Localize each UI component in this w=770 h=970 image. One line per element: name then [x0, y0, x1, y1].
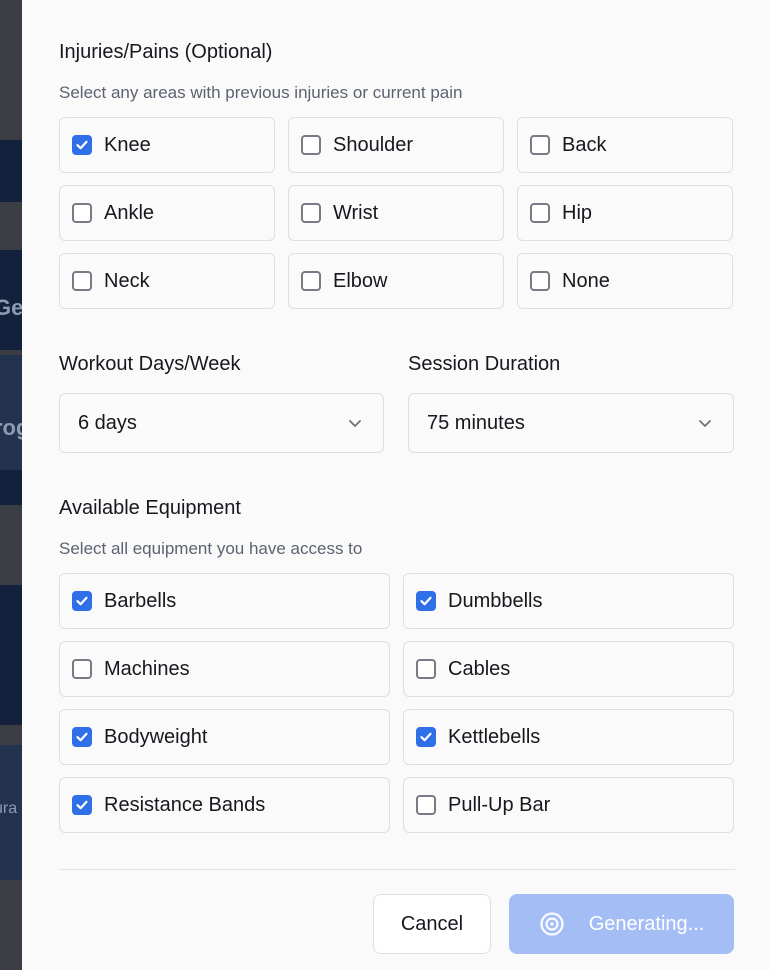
injuries-title: Injuries/Pains (Optional) [59, 41, 273, 63]
checkbox-label: None [562, 269, 610, 292]
checkmark-icon [76, 140, 88, 150]
checkbox-option-pull-up-bar[interactable]: Pull-Up Bar [403, 777, 734, 833]
checkbox-label: Machines [104, 657, 190, 680]
equipment-title: Available Equipment [59, 497, 241, 519]
checkbox[interactable] [301, 135, 321, 155]
checkbox-label: Bodyweight [104, 725, 208, 748]
checkbox[interactable] [416, 795, 436, 815]
background-strip [0, 355, 22, 470]
checkbox-label: Pull-Up Bar [448, 793, 551, 816]
checkbox-label: Kettlebells [448, 725, 541, 748]
checkbox[interactable] [72, 659, 92, 679]
background-page: Ge rog ura [0, 0, 29, 970]
checkbox-option-none[interactable]: None [517, 253, 733, 309]
checkbox-label: Barbells [104, 589, 177, 612]
checkbox-label: Resistance Bands [104, 793, 266, 816]
checkbox-option-back[interactable]: Back [517, 117, 733, 173]
workout-days-label: Workout Days/Week [59, 353, 241, 375]
background-text: Ge [0, 295, 24, 320]
session-duration-select[interactable]: 75 minutes [408, 393, 734, 453]
checkbox-option-neck[interactable]: Neck [59, 253, 275, 309]
checkbox[interactable] [72, 795, 92, 815]
checkbox[interactable] [72, 591, 92, 611]
checkbox[interactable] [530, 271, 550, 291]
workout-days-select[interactable]: 6 days [59, 393, 384, 453]
checkbox[interactable] [301, 271, 321, 291]
checkbox[interactable] [72, 727, 92, 747]
checkbox-option-cables[interactable]: Cables [403, 641, 734, 697]
workout-days-value: 6 days [78, 411, 137, 434]
chevron-down-icon [699, 420, 711, 427]
checkbox[interactable] [416, 659, 436, 679]
chevron-down-icon [349, 420, 361, 427]
checkbox-label: Back [562, 133, 607, 156]
checkbox[interactable] [416, 591, 436, 611]
checkmark-icon [76, 800, 88, 810]
background-strip [0, 140, 22, 202]
session-duration-value: 75 minutes [427, 411, 525, 434]
checkmark-icon [420, 596, 432, 606]
footer-divider [59, 869, 735, 870]
checkmark-icon [76, 732, 88, 742]
checkbox-option-knee[interactable]: Knee [59, 117, 275, 173]
checkbox-label: Ankle [104, 201, 155, 224]
session-duration-label: Session Duration [408, 353, 561, 375]
checkbox[interactable] [530, 135, 550, 155]
checkbox-option-elbow[interactable]: Elbow [288, 253, 504, 309]
cancel-button[interactable]: Cancel [373, 894, 491, 954]
checkbox-option-shoulder[interactable]: Shoulder [288, 117, 504, 173]
equipment-subtitle: Select all equipment you have access to [59, 539, 363, 558]
checkbox-option-wrist[interactable]: Wrist [288, 185, 504, 241]
checkbox-option-kettlebells[interactable]: Kettlebells [403, 709, 734, 765]
checkbox[interactable] [72, 135, 92, 155]
checkbox-label: Wrist [333, 201, 379, 224]
checkbox-label: Elbow [333, 269, 388, 292]
checkbox[interactable] [530, 203, 550, 223]
checkbox-label: Cables [448, 657, 511, 680]
checkbox-label: Neck [104, 269, 150, 292]
checkbox[interactable] [72, 203, 92, 223]
checkbox-label: Knee [104, 133, 151, 156]
checkmark-icon [76, 596, 88, 606]
checkbox-option-ankle[interactable]: Ankle [59, 185, 275, 241]
checkbox-label: Shoulder [333, 133, 414, 156]
checkbox-option-barbells[interactable]: Barbells [59, 573, 390, 629]
generate-button[interactable]: Generating... [509, 894, 734, 954]
checkbox-label: Hip [562, 201, 593, 224]
checkbox-option-dumbbells[interactable]: Dumbbells [403, 573, 734, 629]
background-strip [0, 585, 22, 665]
background-strip [0, 665, 22, 725]
checkbox[interactable] [301, 203, 321, 223]
generate-button-label: Generating... [588, 912, 705, 935]
checkbox[interactable] [72, 271, 92, 291]
background-text: ura [0, 800, 18, 817]
checkbox[interactable] [416, 727, 436, 747]
checkbox-option-machines[interactable]: Machines [59, 641, 390, 697]
checkbox-label: Dumbbells [448, 589, 543, 612]
checkbox-option-bodyweight[interactable]: Bodyweight [59, 709, 390, 765]
checkbox-option-resistance-bands[interactable]: Resistance Bands [59, 777, 390, 833]
loading-spinner-icon [540, 912, 564, 936]
background-strip [0, 470, 22, 505]
checkbox-option-hip[interactable]: Hip [517, 185, 733, 241]
workout-generator-modal: Injuries/Pains (Optional) Select any are… [22, 0, 770, 970]
injuries-subtitle: Select any areas with previous injuries … [59, 83, 463, 102]
checkmark-icon [420, 732, 432, 742]
